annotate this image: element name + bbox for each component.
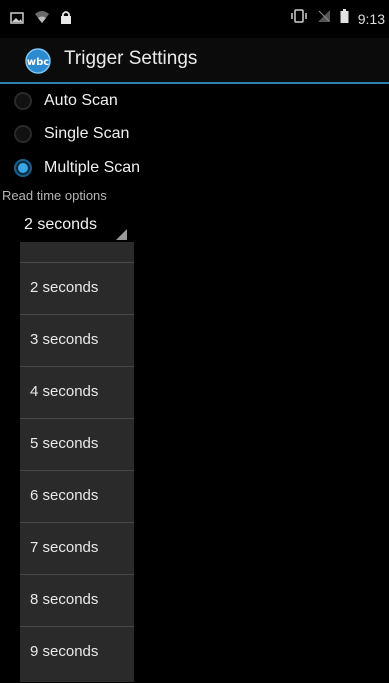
dropdown-option-6-seconds[interactable]: 6 seconds [20,471,134,523]
radio-label: Single Scan [44,125,130,142]
dropdown-option-8-seconds[interactable]: 8 seconds [20,575,134,627]
lock-icon [60,10,72,29]
dropdown-option-9-seconds[interactable]: 9 seconds [20,627,134,679]
vibrate-icon [290,9,308,28]
action-bar: wbc Trigger Settings [0,38,389,84]
radio-button-checked[interactable] [14,159,32,177]
option-label: 6 seconds [30,487,99,504]
status-bar: 9:13 [0,0,389,36]
radio-multiple-scan[interactable]: Multiple Scan [14,153,140,183]
status-left-icons [10,10,72,29]
battery-icon [340,9,349,28]
dropdown-option-4-seconds[interactable]: 4 seconds [20,367,134,419]
logo-text: wbc [27,57,49,68]
read-time-dropdown: 2 seconds 3 seconds 4 seconds 5 seconds … [20,242,134,682]
read-time-spinner[interactable]: 2 seconds [17,212,129,242]
dropdown-option-2-seconds[interactable]: 2 seconds [20,263,134,315]
option-label: 3 seconds [30,331,99,348]
read-time-label: Read time options [2,188,107,203]
spinner-selected-value: 2 seconds [24,216,97,233]
radio-button[interactable] [14,125,32,143]
option-label: 4 seconds [30,383,99,400]
radio-auto-scan[interactable]: Auto Scan [14,86,118,116]
dropdown-triangle-icon [116,229,127,240]
dropdown-option-7-seconds[interactable]: 7 seconds [20,523,134,575]
status-right-icons: 9:13 [290,9,385,28]
dropdown-option-3-seconds[interactable]: 3 seconds [20,315,134,367]
no-signal-icon [317,9,331,28]
radio-button[interactable] [14,92,32,110]
option-label: 9 seconds [30,643,99,660]
radio-label: Auto Scan [44,92,118,109]
option-label: 5 seconds [30,435,99,452]
wbc-logo-icon[interactable]: wbc [20,48,56,74]
option-label: 7 seconds [30,539,99,556]
radio-label: Multiple Scan [44,159,141,176]
dropdown-option-5-seconds[interactable]: 5 seconds [20,419,134,471]
wifi-icon [34,10,50,29]
status-time: 9:13 [357,10,385,27]
radio-single-scan[interactable]: Single Scan [14,119,129,149]
page-title: Trigger Settings [64,48,198,69]
option-label: 8 seconds [30,591,99,608]
option-label: 2 seconds [30,279,99,296]
image-icon [10,11,24,29]
